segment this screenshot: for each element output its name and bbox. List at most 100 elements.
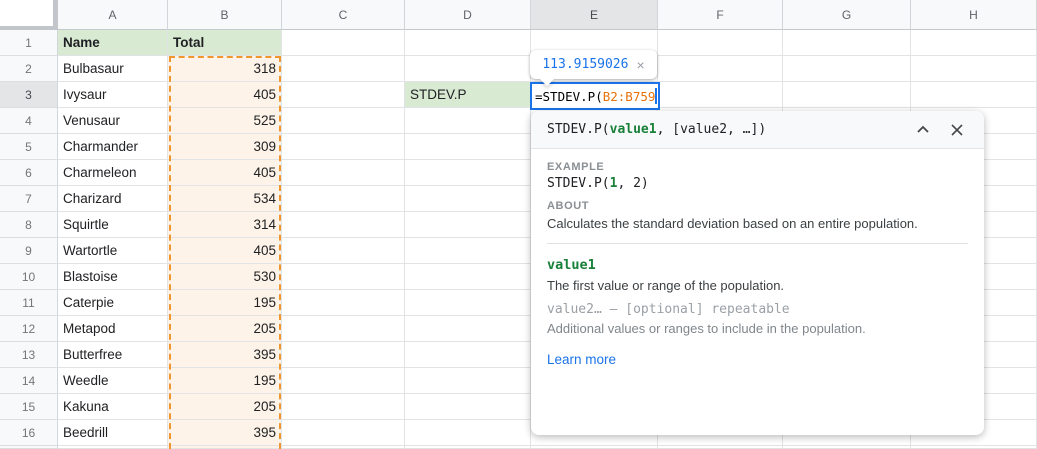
cell-C7[interactable] [282,186,405,212]
cell-D12[interactable] [405,316,531,342]
row-header-15[interactable]: 15 [0,394,58,420]
row-header-2[interactable]: 2 [0,56,58,82]
cell-C6[interactable] [282,160,405,186]
cell-H2[interactable] [911,56,1037,82]
cell-A6[interactable]: Charmeleon [58,160,168,186]
cell-A8[interactable]: Squirtle [58,212,168,238]
cell-A7[interactable]: Charizard [58,186,168,212]
cell-A3[interactable]: Ivysaur [58,82,168,108]
column-header-F[interactable]: F [658,0,783,30]
row-header-16[interactable]: 16 [0,420,58,446]
cell-C12[interactable] [282,316,405,342]
cell-D13[interactable] [405,342,531,368]
cell-G1[interactable] [783,30,911,56]
cell-C2[interactable] [282,56,405,82]
tooltip-close-icon[interactable]: × [636,57,644,73]
cell-H1[interactable] [911,30,1037,56]
cell-B6[interactable]: 405 [168,160,282,186]
cell-C5[interactable] [282,134,405,160]
cell-B8[interactable]: 314 [168,212,282,238]
cell-B9[interactable]: 405 [168,238,282,264]
cell-B16[interactable]: 395 [168,420,282,446]
cell-A11[interactable]: Caterpie [58,290,168,316]
cell-F2[interactable] [658,56,783,82]
row-header-3[interactable]: 3 [0,82,58,108]
cell-A9[interactable]: Wartortle [58,238,168,264]
cell-D8[interactable] [405,212,531,238]
row-header-10[interactable]: 10 [0,264,58,290]
cell-D7[interactable] [405,186,531,212]
row-header-11[interactable]: 11 [0,290,58,316]
cell-B5[interactable]: 309 [168,134,282,160]
cell-B15[interactable]: 205 [168,394,282,420]
row-header-9[interactable]: 9 [0,238,58,264]
cell-C1[interactable] [282,30,405,56]
row-header-13[interactable]: 13 [0,342,58,368]
cell-B2[interactable]: 318 [168,56,282,82]
cell-C15[interactable] [282,394,405,420]
cell-D5[interactable] [405,134,531,160]
cell-B10[interactable]: 530 [168,264,282,290]
cell-D15[interactable] [405,394,531,420]
cell-A14[interactable]: Weedle [58,368,168,394]
cell-A2[interactable]: Bulbasaur [58,56,168,82]
column-header-E[interactable]: E [531,0,658,30]
row-header-7[interactable]: 7 [0,186,58,212]
column-header-H[interactable]: H [911,0,1037,30]
cell-D14[interactable] [405,368,531,394]
cell-D16[interactable] [405,420,531,446]
cell-A1[interactable]: Name [58,30,168,56]
cell-A4[interactable]: Venusaur [58,108,168,134]
cell-F1[interactable] [658,30,783,56]
learn-more-link[interactable]: Learn more [547,352,616,367]
cell-B3[interactable]: 405 [168,82,282,108]
cell-B1[interactable]: Total [168,30,282,56]
cell-A15[interactable]: Kakuna [58,394,168,420]
cell-D1[interactable] [405,30,531,56]
row-header-1[interactable]: 1 [0,30,58,56]
cell-D2[interactable] [405,56,531,82]
cell-B14[interactable]: 195 [168,368,282,394]
row-header-5[interactable]: 5 [0,134,58,160]
cell-C10[interactable] [282,264,405,290]
cell-C4[interactable] [282,108,405,134]
cell-C14[interactable] [282,368,405,394]
cell-B13[interactable]: 395 [168,342,282,368]
cell-G2[interactable] [783,56,911,82]
formula-input-cell-E3[interactable]: =STDEV.P(B2:B759 [530,82,660,110]
cell-D11[interactable] [405,290,531,316]
cell-F3[interactable] [658,82,783,108]
row-header-14[interactable]: 14 [0,368,58,394]
close-icon[interactable] [946,119,968,141]
cell-C13[interactable] [282,342,405,368]
cell-A16[interactable]: Beedrill [58,420,168,446]
cell-D4[interactable] [405,108,531,134]
cell-C3[interactable] [282,82,405,108]
column-header-A[interactable]: A [58,0,168,30]
collapse-chevron-icon[interactable] [912,119,934,141]
cell-C9[interactable] [282,238,405,264]
cell-A13[interactable]: Butterfree [58,342,168,368]
column-header-C[interactable]: C [282,0,405,30]
cell-D6[interactable] [405,160,531,186]
cell-B4[interactable]: 525 [168,108,282,134]
cell-C16[interactable] [282,420,405,446]
cell-A10[interactable]: Blastoise [58,264,168,290]
cell-B7[interactable]: 534 [168,186,282,212]
cell-B11[interactable]: 195 [168,290,282,316]
column-header-G[interactable]: G [783,0,911,30]
select-all-corner[interactable] [0,0,58,30]
cell-A5[interactable]: Charmander [58,134,168,160]
cell-C8[interactable] [282,212,405,238]
cell-D3[interactable]: STDEV.P [405,82,531,108]
column-header-B[interactable]: B [168,0,282,30]
row-header-8[interactable]: 8 [0,212,58,238]
cell-H3[interactable] [911,82,1037,108]
row-header-4[interactable]: 4 [0,108,58,134]
cell-C11[interactable] [282,290,405,316]
cell-D9[interactable] [405,238,531,264]
cell-A12[interactable]: Metapod [58,316,168,342]
cell-D10[interactable] [405,264,531,290]
column-header-D[interactable]: D [405,0,531,30]
cell-G3[interactable] [783,82,911,108]
